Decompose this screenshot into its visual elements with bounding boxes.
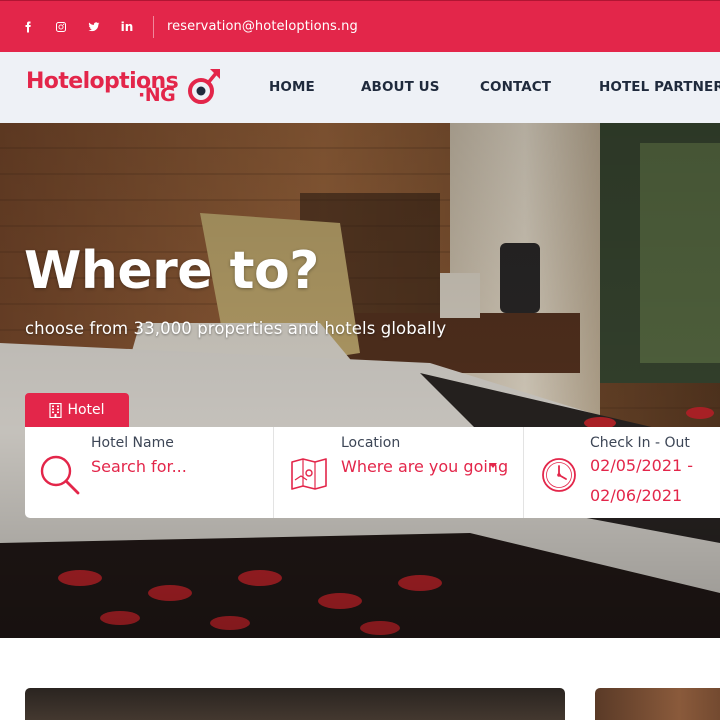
chevron-down-icon[interactable]	[489, 463, 497, 468]
instagram-icon[interactable]	[51, 17, 71, 37]
map-icon	[291, 458, 327, 490]
hotel-name-input[interactable]	[91, 455, 261, 477]
tab-hotel[interactable]: Hotel	[25, 393, 129, 427]
featured-hotel-card-2[interactable]	[595, 688, 720, 720]
search-form: Hotel Name Location Where are you going	[25, 427, 720, 518]
nav-hotel-partner[interactable]: HOTEL PARTNER	[599, 79, 720, 95]
contact-email-link[interactable]: reservation@hoteloptions.ng	[167, 19, 358, 34]
hotel-name-label: Hotel Name	[91, 435, 174, 451]
clock-icon	[542, 458, 576, 492]
check-in-date[interactable]: 02/05/2021 -	[590, 456, 693, 475]
nav-home[interactable]: HOME	[269, 79, 315, 95]
hero-background-image	[0, 123, 720, 638]
hero-title: Where to?	[24, 241, 319, 301]
date-range-label: Check In - Out	[590, 435, 690, 451]
top-bar: in reservation@hoteloptions.ng	[0, 0, 720, 52]
nav-contact[interactable]: CONTACT	[480, 79, 551, 95]
logo-suffix: ·NG	[138, 84, 176, 106]
featured-hotel-card[interactable]	[25, 688, 565, 720]
nav-about-us[interactable]: ABOUT US	[361, 79, 440, 95]
logo-mark-icon	[188, 69, 220, 104]
topbar-divider	[153, 15, 154, 38]
building-icon	[49, 402, 63, 418]
location-field[interactable]: Location Where are you going	[274, 427, 524, 518]
search-icon	[40, 455, 80, 495]
site-header: Hoteloptions ·NG HOME ABOUT US CONTACT H…	[0, 52, 720, 123]
location-select-value[interactable]: Where are you going	[341, 457, 509, 476]
hero-subtitle: choose from 33,000 properties and hotels…	[25, 319, 447, 338]
location-label: Location	[341, 435, 401, 451]
linkedin-icon[interactable]: in	[117, 17, 137, 37]
site-logo[interactable]: Hoteloptions ·NG	[26, 66, 220, 110]
tab-hotel-label: Hotel	[67, 402, 105, 418]
check-out-date[interactable]: 02/06/2021	[590, 486, 682, 505]
facebook-icon[interactable]	[18, 17, 38, 37]
hotel-name-field[interactable]: Hotel Name	[25, 427, 274, 518]
twitter-icon[interactable]	[84, 17, 104, 37]
hero-section: Where to? choose from 33,000 properties …	[0, 123, 720, 638]
social-links: in	[0, 1, 150, 52]
date-range-field[interactable]: Check In - Out 02/05/2021 - 02/06/2021	[524, 427, 720, 518]
